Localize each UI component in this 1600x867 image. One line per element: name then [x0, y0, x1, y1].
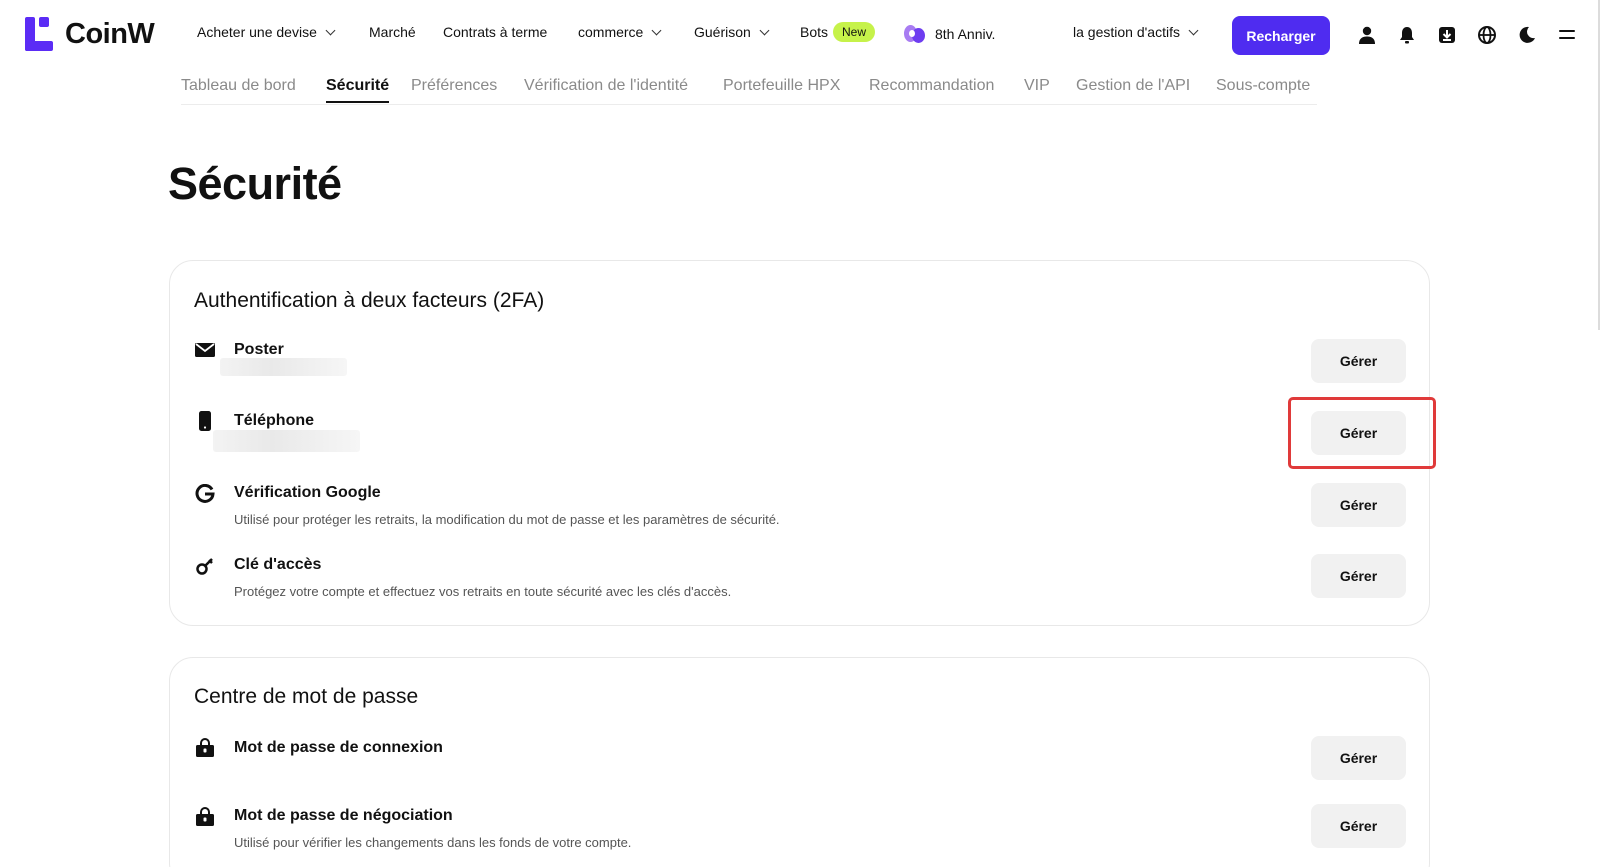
menu-icon[interactable]	[1557, 25, 1577, 45]
tab-securite[interactable]: Sécurité	[326, 77, 390, 103]
nav-label: Acheter une devise	[197, 24, 317, 40]
row-desc-trading-password: Utilisé pour vérifier les changements da…	[234, 835, 632, 850]
nav-contrats-a-terme[interactable]: Contrats à terme	[443, 24, 547, 40]
password-center-card: Centre de mot de passe Mot de passe de c…	[169, 657, 1430, 867]
redacted-email	[220, 358, 347, 376]
row-desc-google: Utilisé pour protéger les retraits, la m…	[234, 512, 780, 527]
google-icon	[195, 484, 215, 503]
nav-8th-anniv[interactable]: 8th Anniv.	[903, 22, 995, 46]
chevron-down-icon	[759, 25, 770, 35]
chevron-down-icon	[651, 25, 662, 35]
tab-tableau-de-bord[interactable]: Tableau de bord	[181, 77, 296, 95]
manage-google-button[interactable]: Gérer	[1311, 483, 1406, 527]
mail-icon	[195, 343, 215, 357]
tab-portefeuille-hpx[interactable]: Portefeuille HPX	[723, 77, 840, 95]
recharge-button[interactable]: Recharger	[1232, 16, 1330, 55]
logo-text: CoinW	[65, 17, 155, 50]
globe-icon[interactable]	[1477, 25, 1497, 45]
coinw-logo-icon	[25, 17, 53, 51]
chevron-down-icon	[325, 25, 336, 35]
manage-trading-password-button[interactable]: Gérer	[1311, 804, 1406, 848]
new-badge: New	[833, 22, 876, 42]
nav-label: 8th Anniv.	[935, 26, 996, 42]
manage-phone-button[interactable]: Gérer	[1311, 411, 1406, 455]
row-label-trading-password: Mot de passe de négociation	[234, 807, 453, 824]
tab-preferences[interactable]: Préférences	[411, 77, 497, 95]
tab-vip[interactable]: VIP	[1024, 77, 1050, 95]
nav-label: Contrats à terme	[443, 24, 548, 40]
moon-icon[interactable]	[1517, 25, 1537, 45]
manage-passkey-button[interactable]: Gérer	[1311, 554, 1406, 598]
nav-acheter-une-devise[interactable]: Acheter une devise	[197, 24, 336, 40]
chevron-down-icon	[1188, 25, 1199, 35]
lock-icon	[196, 738, 214, 757]
coinw-logo[interactable]: CoinW	[25, 17, 155, 51]
manage-email-button[interactable]: Gérer	[1311, 339, 1406, 383]
tab-verification-identite[interactable]: Vérification de l'identité	[524, 77, 688, 95]
row-label-google: Vérification Google	[234, 484, 381, 501]
row-label-poster: Poster	[234, 341, 284, 358]
page-title: Sécurité	[168, 158, 342, 209]
anniversary-icon	[903, 22, 927, 46]
row-label-telephone: Téléphone	[234, 412, 315, 429]
user-icon[interactable]	[1357, 25, 1377, 45]
asset-management-menu[interactable]: la gestion d'actifs	[1073, 24, 1199, 40]
phone-icon	[199, 411, 211, 431]
nav-label: Marché	[369, 24, 416, 40]
top-navigation: CoinW Acheter une devise Marché Contrats…	[0, 0, 1600, 70]
nav-label: Guérison	[694, 24, 751, 40]
twofa-card: Authentification à deux facteurs (2FA) P…	[169, 260, 1430, 626]
tab-gestion-api[interactable]: Gestion de l'API	[1076, 77, 1190, 95]
nav-guerison[interactable]: Guérison	[694, 24, 770, 40]
nav-label: la gestion d'actifs	[1073, 24, 1180, 40]
manage-login-password-button[interactable]: Gérer	[1311, 736, 1406, 780]
nav-bots[interactable]: Bots New	[800, 22, 876, 42]
tab-recommandation[interactable]: Recommandation	[869, 77, 994, 95]
nav-label: commerce	[578, 24, 644, 40]
row-desc-passkey: Protégez votre compte et effectuez vos r…	[234, 584, 732, 599]
password-center-title: Centre de mot de passe	[194, 685, 419, 708]
redacted-phone	[213, 430, 360, 452]
twofa-title: Authentification à deux facteurs (2FA)	[194, 289, 545, 312]
bell-icon[interactable]	[1397, 25, 1417, 45]
lock-icon	[196, 807, 214, 826]
row-label-passkey: Clé d'accès	[234, 556, 322, 573]
nav-marche[interactable]: Marché	[369, 24, 416, 40]
account-subnav: Tableau de bord Sécurité Préférences Vér…	[181, 77, 1317, 105]
nav-commerce[interactable]: commerce	[578, 24, 662, 40]
row-label-login-password: Mot de passe de connexion	[234, 739, 443, 756]
download-icon[interactable]	[1437, 25, 1457, 45]
key-icon	[196, 558, 213, 575]
tab-sous-compte[interactable]: Sous-compte	[1216, 77, 1310, 95]
nav-label: Bots	[800, 24, 829, 40]
